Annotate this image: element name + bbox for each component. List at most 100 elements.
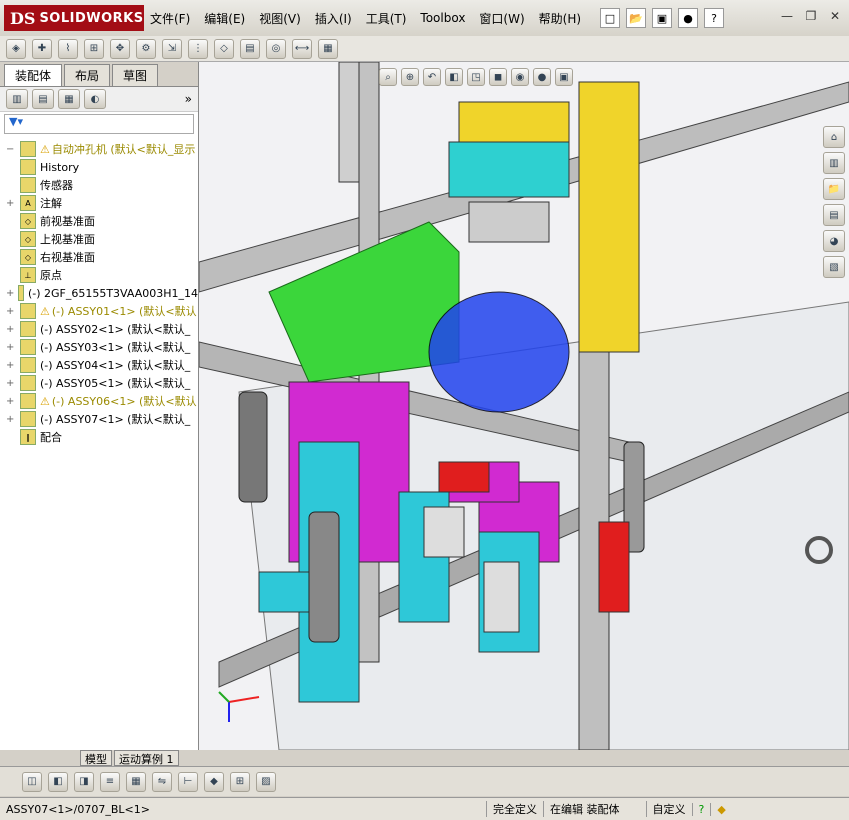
- previous-view-icon[interactable]: ↶: [423, 68, 441, 86]
- move-component-icon[interactable]: ✥: [110, 38, 130, 59]
- tab-model[interactable]: 模型: [80, 750, 112, 766]
- menu-tools[interactable]: 工具(T): [366, 10, 407, 27]
- history-icon: [20, 159, 36, 175]
- tree-item-mates[interactable]: ∥ 配合: [0, 428, 198, 446]
- tree-item-front-plane[interactable]: ◇ 前视基准面: [0, 212, 198, 230]
- smart-fastener-icon[interactable]: ⚙: [136, 38, 156, 59]
- cube-view-icon[interactable]: ◆: [204, 771, 224, 792]
- menu-help[interactable]: 帮助(H): [539, 10, 581, 27]
- dimension-icon[interactable]: ⊢: [178, 771, 198, 792]
- tree-item-root[interactable]: − ⚠ 自动冲孔机 (默认<默认_显示: [0, 140, 198, 158]
- scene-icon[interactable]: ▣: [555, 68, 573, 86]
- open-icon[interactable]: 📂: [626, 8, 646, 28]
- tree-item-assy07[interactable]: + (-) ASSY07<1> (默认<默认_: [0, 410, 198, 428]
- tag-icon[interactable]: ◆: [710, 802, 731, 816]
- shaded-icon[interactable]: ◨: [74, 771, 94, 792]
- menu-toolbox[interactable]: Toolbox: [420, 11, 465, 25]
- feature-tree-icon[interactable]: ▥: [6, 89, 28, 109]
- menu-window[interactable]: 窗口(W): [479, 10, 524, 27]
- status-path: ASSY07<1>/0707_BL<1>: [6, 802, 150, 816]
- close-icon[interactable]: ✕: [827, 8, 843, 24]
- new-icon[interactable]: □: [600, 8, 620, 28]
- traffic-light-icon[interactable]: ●: [678, 8, 698, 28]
- tree-item-annotations[interactable]: + A 注解: [0, 194, 198, 212]
- assembly-features-icon[interactable]: ▦: [318, 38, 338, 59]
- tab-motion-study[interactable]: 运动算例 1: [114, 750, 179, 766]
- measure-icon[interactable]: ⟷: [292, 38, 312, 59]
- zoom-to-fit-icon[interactable]: ⌕: [379, 68, 397, 86]
- pattern-icon[interactable]: ⋮: [188, 38, 208, 59]
- display-style-icon[interactable]: ◼: [489, 68, 507, 86]
- subassembly-icon: [20, 357, 36, 373]
- tree-item-assy03[interactable]: + (-) ASSY03<1> (默认<默认_: [0, 338, 198, 356]
- insert-component-icon[interactable]: ✚: [32, 38, 52, 59]
- view-palette-icon[interactable]: ▤: [823, 204, 845, 226]
- section-view-icon[interactable]: ◧: [445, 68, 463, 86]
- design-library-icon[interactable]: ▥: [823, 152, 845, 174]
- help-icon[interactable]: ?: [704, 8, 724, 28]
- tree-item-assy05[interactable]: + (-) ASSY05<1> (默认<默认_: [0, 374, 198, 392]
- tree-item-sensors[interactable]: 传感器: [0, 176, 198, 194]
- feature-manager-panel: 装配体 布局 草图 ▥ ▤ ▦ ◐ » ▼▾ − ⚠ 自动冲孔机 (默认<默认_显示…: [0, 62, 199, 750]
- interference-icon[interactable]: ◎: [266, 38, 286, 59]
- title-bar: DS SOLIDWORKS 文件(F) 编辑(E) 视图(V) 插入(I) 工具…: [0, 0, 849, 37]
- configuration-manager-icon[interactable]: ▦: [58, 89, 80, 109]
- minimize-icon[interactable]: —: [779, 8, 795, 24]
- property-manager-icon[interactable]: ▤: [32, 89, 54, 109]
- hidden-lines-icon[interactable]: ◧: [48, 771, 68, 792]
- tree-item-assy02[interactable]: + (-) ASSY02<1> (默认<默认_: [0, 320, 198, 338]
- solidworks-logo: DS SOLIDWORKS: [4, 5, 144, 31]
- file-explorer-icon[interactable]: 📁: [823, 178, 845, 200]
- plane-icon: ◇: [20, 249, 36, 265]
- tree-item-top-plane[interactable]: ◇ 上视基准面: [0, 230, 198, 248]
- filter-icon[interactable]: ▼▾: [4, 114, 194, 134]
- hide-show-icon[interactable]: ◉: [511, 68, 529, 86]
- tree-item-history[interactable]: History: [0, 158, 198, 176]
- menu-file[interactable]: 文件(F): [150, 10, 190, 27]
- tab-assembly[interactable]: 装配体: [4, 64, 63, 86]
- heads-up-toolbar: ⌕ ⊕ ↶ ◧ ◳ ◼ ◉ ● ▣: [379, 68, 573, 86]
- tree-item-origin[interactable]: ⊥ 原点: [0, 266, 198, 284]
- menu-insert[interactable]: 插入(I): [315, 10, 352, 27]
- tree-item-assy04[interactable]: + (-) ASSY04<1> (默认<默认_: [0, 356, 198, 374]
- home-icon[interactable]: ⌂: [823, 126, 845, 148]
- view-orientation-icon[interactable]: ◳: [467, 68, 485, 86]
- tab-layout[interactable]: 布局: [64, 64, 111, 86]
- render-icon[interactable]: ▨: [256, 771, 276, 792]
- task-pane: ⌂ ▥ 📁 ▤ ◕ ▧: [823, 126, 847, 278]
- explode-icon[interactable]: ⇲: [162, 38, 182, 59]
- tree-item-assy06[interactable]: + ⚠ (-) ASSY06<1> (默认<默认: [0, 392, 198, 410]
- menu-view[interactable]: 视图(V): [259, 10, 301, 27]
- help-icon[interactable]: ?: [691, 802, 711, 816]
- warning-icon: ⚠: [40, 142, 50, 156]
- graphics-viewport[interactable]: ⌕ ⊕ ↶ ◧ ◳ ◼ ◉ ● ▣ ⌂ ▥ 📁 ▤ ◕ ▧: [199, 62, 849, 750]
- subassembly-icon: [20, 411, 36, 427]
- display-manager-icon[interactable]: ◐: [84, 89, 106, 109]
- view-toolbar: ◫ ◧ ◨ ≡ ▦ ⇋ ⊢ ◆ ⊞ ▨: [0, 766, 849, 796]
- tree-item-assy01[interactable]: + ⚠ (-) ASSY01<1> (默认<默认: [0, 302, 198, 320]
- custom-properties-icon[interactable]: ▧: [823, 256, 845, 278]
- appearances-icon[interactable]: ◕: [823, 230, 845, 252]
- reference-geometry-icon[interactable]: ◇: [214, 38, 234, 59]
- appearance-icon[interactable]: ●: [533, 68, 551, 86]
- wireframe-icon[interactable]: ◫: [22, 771, 42, 792]
- tree-item-2gf[interactable]: + (-) 2GF_65155T3VAA003H1_14: [0, 284, 198, 302]
- lines-icon[interactable]: ≡: [100, 771, 120, 792]
- menu-edit[interactable]: 编辑(E): [204, 10, 245, 27]
- assembly-icon: [20, 141, 36, 157]
- paperclip-icon[interactable]: ⌇: [58, 38, 78, 59]
- expand-chevron-icon[interactable]: »: [185, 92, 192, 106]
- sensor-icon: [20, 177, 36, 193]
- save-icon[interactable]: ▣: [652, 8, 672, 28]
- grid-icon[interactable]: ⊞: [230, 771, 250, 792]
- curvature-icon[interactable]: ▦: [126, 771, 146, 792]
- section-icon[interactable]: ⇋: [152, 771, 172, 792]
- bill-of-materials-icon[interactable]: ▤: [240, 38, 260, 59]
- status-custom[interactable]: 自定义: [645, 801, 692, 817]
- tree-item-right-plane[interactable]: ◇ 右视基准面: [0, 248, 198, 266]
- zoom-area-icon[interactable]: ⊕: [401, 68, 419, 86]
- tab-sketch[interactable]: 草图: [112, 64, 159, 86]
- mate-icon[interactable]: ⊞: [84, 38, 104, 59]
- component-icon[interactable]: ◈: [6, 38, 26, 59]
- restore-icon[interactable]: ❐: [803, 8, 819, 24]
